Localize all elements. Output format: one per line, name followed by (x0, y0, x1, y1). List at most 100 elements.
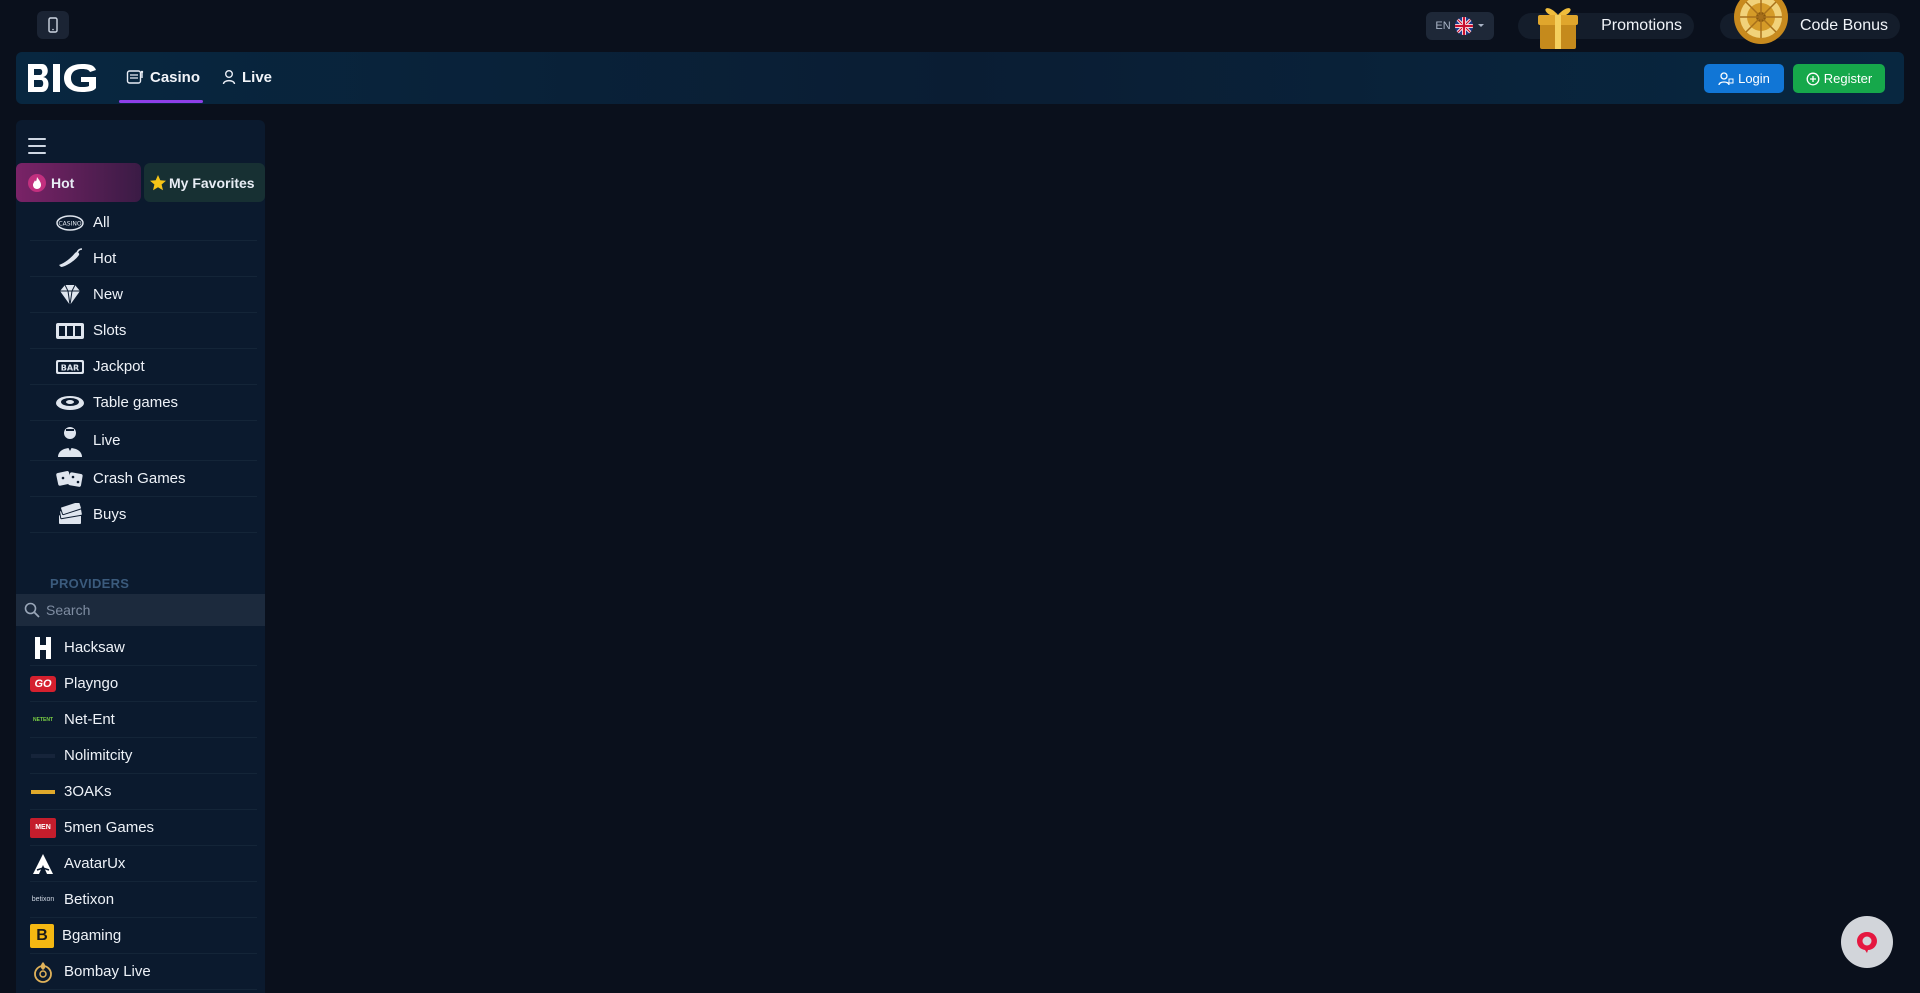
sidebar-item-label: Crash Games (93, 470, 186, 487)
svg-text:BAR: BAR (61, 363, 79, 372)
provider-item-hacksaw[interactable]: Hacksaw (30, 630, 257, 666)
provider-label: Bombay Live (64, 963, 151, 980)
avatarux-logo (30, 852, 56, 876)
dealer-icon (55, 425, 85, 457)
sidebar-item-label: All (93, 214, 110, 231)
smartphone-icon (48, 17, 58, 33)
login-button[interactable]: Login (1704, 64, 1784, 93)
providers-heading: PROVIDERS (50, 576, 130, 591)
provider-label: Net-Ent (64, 711, 115, 728)
language-code: EN (1435, 20, 1451, 32)
provider-item-bgaming[interactable]: B Bgaming (30, 918, 257, 954)
provider-label: 5men Games (64, 819, 155, 836)
plus-circle-icon (1806, 72, 1820, 85)
caret-down-icon (1477, 24, 1484, 27)
tab-live[interactable]: Live (222, 66, 272, 88)
register-button[interactable]: Register (1793, 64, 1885, 93)
5men-logo: MEN (30, 817, 56, 838)
gift-icon (1538, 8, 1578, 49)
slot-machine-icon (55, 319, 85, 343)
sidebar-item-jackpot[interactable]: BAR Jackpot (30, 349, 257, 385)
roulette-table-icon (55, 391, 85, 415)
sidebar-tab-favorites-label: My Favorites (169, 174, 255, 191)
playngo-logo: GO (30, 675, 56, 692)
sidebar: Hot My Favorites CASINO All Hot New Slot… (16, 120, 265, 993)
casino-chip-icon: CASINO (55, 211, 85, 235)
login-label: Login (1738, 71, 1770, 86)
provider-item-5men[interactable]: MEN 5men Games (30, 810, 257, 846)
provider-label: Hacksaw (64, 639, 125, 656)
provider-label: Betixon (64, 891, 115, 908)
menu-toggle-icon[interactable] (28, 138, 46, 154)
provider-search-input[interactable] (46, 602, 246, 618)
chili-icon (55, 247, 85, 271)
sidebar-item-all[interactable]: CASINO All (30, 205, 257, 241)
fortune-wheel-icon (1734, 0, 1788, 44)
top-bar: EN Promotions Code Bonus (0, 0, 1920, 50)
provider-label: 3OAKs (64, 783, 112, 800)
register-label: Register (1823, 71, 1873, 86)
provider-item-3oaks[interactable]: 3OAKs (30, 774, 257, 810)
provider-label: Playngo (64, 675, 119, 692)
star-icon (150, 174, 166, 190)
flame-icon (28, 173, 46, 192)
code-bonus-label: Code Bonus (1799, 17, 1888, 34)
sidebar-item-buys[interactable]: Buys (30, 497, 257, 533)
main-navbar: Casino Live Login Register (16, 52, 1904, 104)
nolimitcity-logo (30, 744, 56, 768)
active-tab-indicator (119, 100, 203, 103)
user-icon (222, 70, 236, 85)
sidebar-tab-hot-label: Hot (51, 174, 75, 191)
sidebar-item-label: Slots (93, 322, 127, 339)
sidebar-item-label: Hot (93, 250, 117, 267)
bar-icon: BAR (55, 355, 85, 379)
provider-list: Hacksaw GO Playngo NETENT Net-Ent Nolimi… (16, 630, 265, 990)
provider-label: AvatarUx (64, 855, 126, 872)
bombay-live-logo (30, 960, 56, 984)
sidebar-tab-hot[interactable]: Hot (16, 163, 141, 202)
provider-item-playngo[interactable]: GO Playngo (30, 666, 257, 702)
sidebar-item-label: Jackpot (93, 358, 145, 375)
sidebar-item-label: Table games (93, 394, 179, 411)
language-selector[interactable]: EN (1426, 12, 1494, 40)
sidebar-item-label: Buys (93, 506, 127, 523)
provider-item-nolimitcity[interactable]: Nolimitcity (30, 738, 257, 774)
sidebar-tab-favorites[interactable]: My Favorites (144, 163, 265, 202)
sidebar-item-slots[interactable]: Slots (30, 313, 257, 349)
svg-text:CASINO: CASINO (58, 220, 81, 227)
chat-bubble-icon (1857, 932, 1877, 953)
bgaming-logo: B (30, 923, 54, 948)
live-chat-button[interactable] (1841, 916, 1893, 968)
search-icon (24, 602, 40, 618)
provider-label: Bgaming (62, 927, 122, 944)
sidebar-item-new[interactable]: New (30, 277, 257, 313)
provider-item-bombay-live[interactable]: Bombay Live (30, 954, 257, 990)
provider-item-betixon[interactable]: betixon Betixon (30, 882, 257, 918)
tab-live-label: Live (242, 68, 273, 86)
promotions-label: Promotions (1601, 17, 1682, 34)
sidebar-item-live[interactable]: Live (30, 421, 257, 461)
sidebar-item-table-games[interactable]: Table games (30, 385, 257, 421)
betixon-logo: betixon (31, 896, 55, 903)
hacksaw-logo (30, 636, 56, 660)
sidebar-item-label: Live (93, 432, 121, 449)
provider-item-netent[interactable]: NETENT Net-Ent (30, 702, 257, 738)
netent-logo: NETENT (33, 716, 53, 723)
dice-icon (55, 467, 85, 491)
provider-search[interactable] (16, 594, 265, 626)
sidebar-item-hot[interactable]: Hot (30, 241, 257, 277)
provider-label: Nolimitcity (64, 747, 133, 764)
category-list: CASINO All Hot New Slots BAR Jackpot Tab… (16, 205, 265, 533)
mobile-app-button[interactable] (37, 11, 69, 39)
user-lock-icon (1718, 71, 1734, 85)
tab-casino-label: Casino (150, 68, 201, 86)
provider-item-avatarux[interactable]: AvatarUx (30, 846, 257, 882)
sidebar-item-crash-games[interactable]: Crash Games (30, 461, 257, 497)
diamond-icon (55, 283, 85, 307)
tab-casino[interactable]: Casino (126, 66, 200, 88)
big-logo[interactable] (26, 62, 98, 94)
uk-flag-icon (1454, 17, 1473, 35)
3oaks-logo (30, 780, 56, 804)
slot-machine-icon (126, 70, 144, 84)
cash-stack-icon (55, 502, 85, 527)
